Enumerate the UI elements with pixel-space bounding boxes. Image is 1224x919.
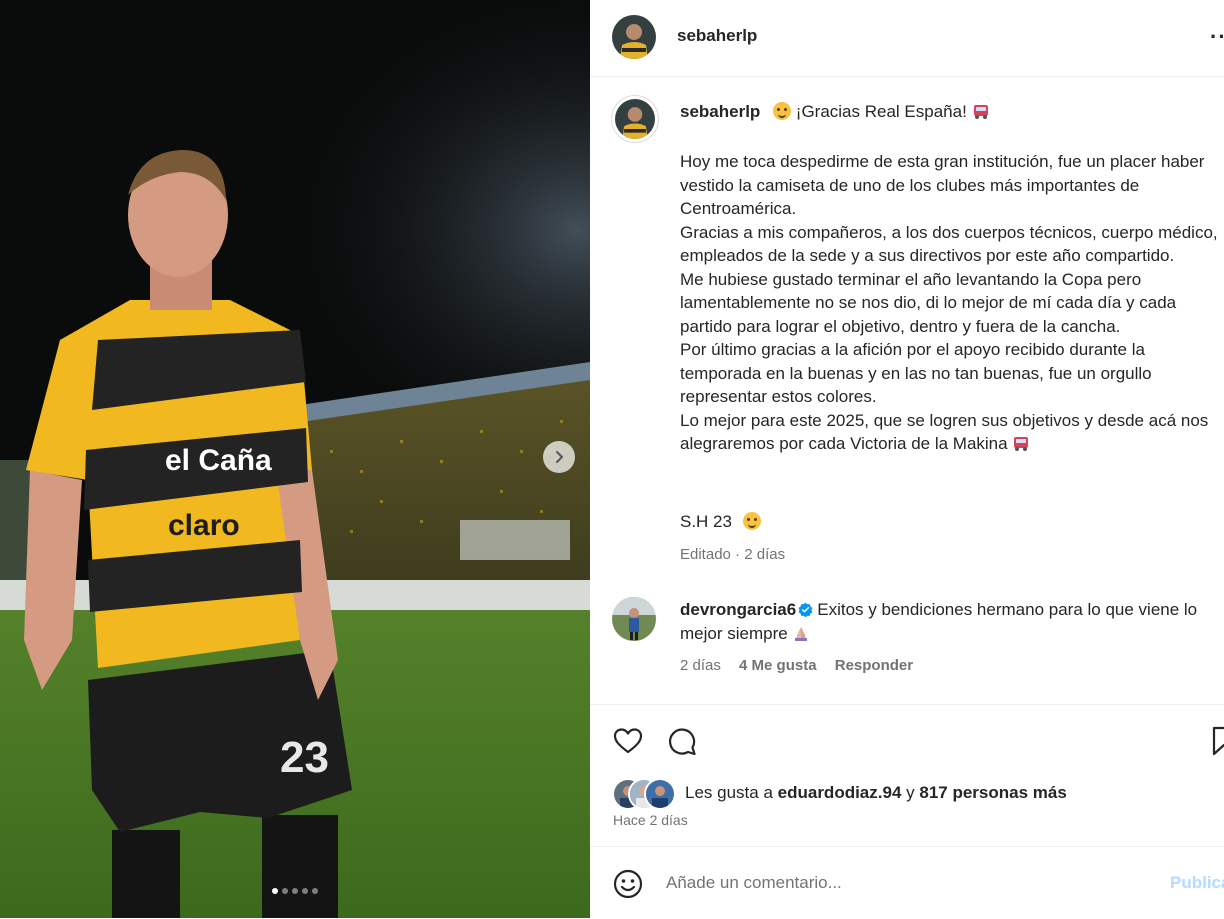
likes-others-link[interactable]: 817 personas más bbox=[919, 783, 1066, 802]
caption-title: ¡Gracias Real España! bbox=[795, 102, 967, 121]
caption-paragraph: Por último gracias a la afición por el a… bbox=[680, 340, 1152, 406]
post-header: sebaherlp ·· bbox=[590, 0, 1224, 77]
post-photo: 23 el Caña claro bbox=[0, 0, 590, 918]
caption-paragraph: Gracias a mis compañeros, a los dos cuer… bbox=[680, 222, 1218, 266]
verified-badge-icon bbox=[798, 602, 813, 617]
heart-icon[interactable] bbox=[612, 725, 644, 757]
chevron-right-icon bbox=[556, 451, 563, 463]
caption-avatar-ring[interactable] bbox=[611, 95, 659, 143]
carousel-dot bbox=[272, 888, 278, 894]
smile-emoji-icon bbox=[742, 512, 761, 530]
caption-paragraph: Lo mejor para este 2025, que se logren s… bbox=[680, 409, 1220, 456]
smiley-icon[interactable] bbox=[612, 868, 644, 900]
reply-button[interactable]: Responder bbox=[835, 657, 913, 674]
caption-paragraph-text: Lo mejor para este 2025, que se logren s… bbox=[680, 410, 1209, 454]
comment-text-block: devrongarcia6 Exitos y bendiciones herma… bbox=[680, 598, 1200, 646]
post-media[interactable]: 23 el Caña claro bbox=[0, 0, 590, 918]
author-avatar[interactable] bbox=[612, 15, 656, 59]
caption-signature: S.H 23 bbox=[680, 512, 761, 532]
signature-text: S.H 23 bbox=[680, 512, 732, 531]
liker-avatar bbox=[644, 778, 676, 810]
edited-time[interactable]: 2 días bbox=[744, 546, 785, 563]
bookmark-icon[interactable] bbox=[1208, 725, 1224, 757]
carousel-dot bbox=[312, 888, 318, 894]
post-timestamp[interactable]: Hace 2 días bbox=[613, 812, 688, 828]
comment-time[interactable]: 2 días bbox=[680, 657, 721, 674]
commenter-avatar[interactable] bbox=[612, 597, 656, 641]
caption-username[interactable]: sebaherlp bbox=[680, 102, 760, 121]
train-emoji-icon bbox=[973, 105, 988, 119]
train-emoji-icon bbox=[1014, 437, 1029, 451]
comment-likes[interactable]: 4 Me gusta bbox=[739, 657, 817, 674]
comment-meta: 2 días 4 Me gusta Responder bbox=[680, 657, 927, 674]
post-actions: Les gusta a eduardodiaz.94 y 817 persona… bbox=[590, 704, 1224, 847]
caption-avatar[interactable] bbox=[615, 99, 655, 139]
commenter-username[interactable]: devrongarcia6 bbox=[680, 600, 796, 619]
caption-title-line: sebaherlp ¡Gracias Real España! bbox=[680, 102, 990, 122]
comment-icon[interactable] bbox=[666, 725, 698, 757]
publish-button[interactable]: Publicar bbox=[1170, 873, 1224, 893]
caption-section: sebaherlp ¡Gracias Real España! Hoy me t… bbox=[590, 78, 1224, 704]
svg-text:claro: claro bbox=[168, 509, 240, 542]
likes-prefix: Les gusta a bbox=[685, 783, 773, 802]
more-horizontal-icon: ·· bbox=[1210, 24, 1224, 49]
likes-connector: y bbox=[906, 783, 915, 802]
caption-body: Hoy me toca despedirme de esta gran inst… bbox=[680, 150, 1220, 456]
first-liker-link[interactable]: eduardodiaz.94 bbox=[778, 783, 902, 802]
carousel-dot bbox=[282, 888, 288, 894]
add-comment-bar: Publicar bbox=[590, 846, 1224, 919]
carousel-next-button[interactable] bbox=[543, 441, 575, 473]
more-options-button[interactable]: ·· bbox=[1210, 24, 1224, 50]
likers-avatars[interactable] bbox=[612, 778, 682, 810]
post-side-panel: sebaherlp ·· sebaherlp ¡Gracias Real Esp… bbox=[590, 0, 1224, 918]
author-username[interactable]: sebaherlp bbox=[677, 26, 757, 46]
svg-text:23: 23 bbox=[280, 733, 329, 782]
caption-paragraph: Hoy me toca despedirme de esta gran inst… bbox=[680, 152, 1205, 218]
carousel-dot bbox=[302, 888, 308, 894]
carousel-indicator bbox=[0, 888, 590, 894]
caption-meta: Editado · 2 días bbox=[680, 546, 786, 563]
comment-input[interactable] bbox=[666, 867, 1126, 899]
caption-paragraph: Me hubiese gustado terminar el año levan… bbox=[680, 269, 1177, 336]
smile-emoji-icon bbox=[773, 102, 792, 120]
svg-text:el Caña: el Caña bbox=[165, 444, 272, 477]
carousel-dot bbox=[292, 888, 298, 894]
likes-summary: Les gusta a eduardodiaz.94 y 817 persona… bbox=[685, 783, 1067, 803]
praying-hands-emoji-icon bbox=[795, 627, 808, 641]
edited-label: Editado bbox=[680, 546, 731, 563]
